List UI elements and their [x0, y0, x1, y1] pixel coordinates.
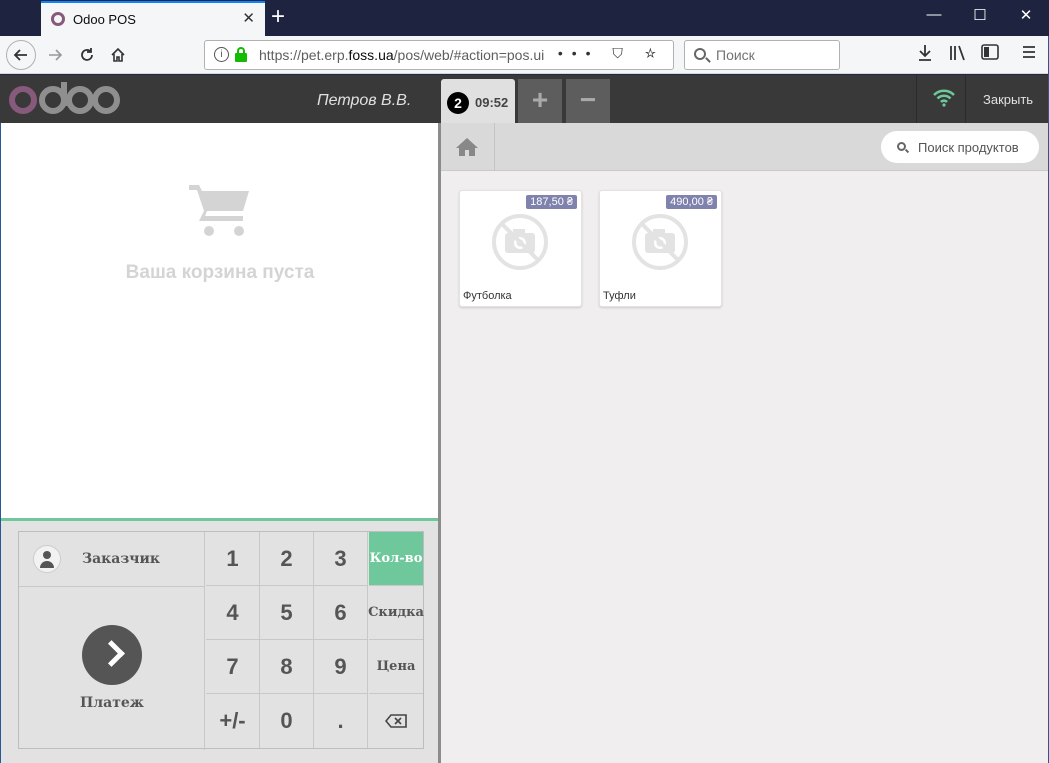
customer-label: Заказчик: [82, 551, 161, 567]
product-card[interactable]: 490,00 ₴ Туфли: [599, 190, 722, 307]
back-button[interactable]: [6, 40, 36, 70]
minimize-window-button[interactable]: —: [911, 6, 957, 23]
mode-quantity-button[interactable]: Кол-во: [369, 532, 423, 586]
download-icon[interactable]: [917, 44, 933, 62]
shopping-cart-icon: [189, 185, 249, 236]
home-icon: [456, 138, 478, 156]
tab-title: Odoo POS: [73, 12, 136, 27]
home-button[interactable]: [103, 40, 133, 70]
set-customer-button[interactable]: Заказчик: [19, 532, 205, 587]
control-pads: Заказчик Платеж 1 2 3 4 5 6 7 8 9 +/- 0 …: [1, 518, 441, 763]
numpad-key-7[interactable]: 7: [206, 640, 260, 694]
wifi-icon[interactable]: [932, 89, 956, 107]
sidebar-icon[interactable]: [981, 44, 999, 60]
reload-button[interactable]: [72, 40, 102, 70]
close-tab-icon[interactable]: ✕: [242, 9, 255, 27]
library-icon[interactable]: [949, 44, 967, 62]
product-search-placeholder: Поиск продуктов: [918, 140, 1019, 155]
home-icon: [111, 47, 125, 62]
mode-price-button[interactable]: Цена: [369, 640, 423, 694]
odoo-favicon-icon: [51, 12, 65, 26]
search-icon: [694, 48, 706, 60]
no-image-icon: [492, 214, 548, 270]
url-text: https://pet.erp.foss.ua/pos/web/#action=…: [259, 47, 545, 63]
lock-icon: [235, 47, 247, 62]
backspace-button[interactable]: [369, 694, 423, 748]
numpad-key-3[interactable]: 3: [314, 532, 368, 586]
header-divider: [916, 75, 917, 123]
backspace-icon: [385, 714, 407, 728]
new-tab-button[interactable]: +: [271, 3, 285, 31]
browser-search-input[interactable]: Поиск: [684, 40, 840, 70]
maximize-window-button[interactable]: ☐: [957, 6, 1003, 24]
menu-icon[interactable]: [1021, 44, 1037, 60]
numpad-key-plus-minus[interactable]: +/-: [206, 694, 260, 748]
pos-header: Петров В.В. 2 09:52 + − Закрыть: [0, 75, 1049, 123]
category-home-button[interactable]: [441, 123, 495, 171]
product-search-input[interactable]: Поиск продуктов: [881, 131, 1039, 163]
payment-button[interactable]: Платеж: [19, 587, 205, 750]
price-tag: 187,50 ₴: [526, 195, 577, 209]
order-time: 09:52: [475, 95, 509, 110]
close-window-button[interactable]: ✕: [1003, 6, 1049, 24]
add-order-button[interactable]: +: [518, 79, 562, 123]
browser-tabbar: Odoo POS ✕ + — ☐ ✕: [0, 0, 1049, 36]
search-placeholder: Поиск: [716, 47, 755, 63]
browser-toolbar: i https://pet.erp.foss.ua/pos/web/#actio…: [0, 36, 1049, 74]
numpad-key-2[interactable]: 2: [260, 532, 314, 586]
odoo-logo: [8, 80, 120, 125]
product-name: Футболка: [463, 290, 512, 302]
pad-box: Заказчик Платеж 1 2 3 4 5 6 7 8 9 +/- 0 …: [18, 531, 424, 750]
numpad-key-5[interactable]: 5: [260, 586, 314, 640]
reload-icon: [81, 48, 93, 61]
page-actions-icons[interactable]: ••• ⛉ ☆: [558, 45, 665, 62]
order-number-badge: 2: [447, 92, 469, 114]
mode-discount-button[interactable]: Скидка: [368, 586, 424, 640]
address-bar[interactable]: i https://pet.erp.foss.ua/pos/web/#actio…: [204, 40, 674, 70]
order-tab[interactable]: 2 09:52: [441, 79, 515, 123]
forward-button[interactable]: [40, 40, 70, 70]
user-icon: [33, 545, 61, 573]
chevron-right-icon: [82, 625, 142, 685]
order-pane: Ваша корзина пуста Заказчик Платеж 1 2 3…: [0, 123, 441, 763]
header-divider: [965, 75, 966, 123]
browser-tab[interactable]: Odoo POS ✕: [41, 1, 265, 36]
arrow-left-icon: [13, 49, 27, 61]
numpad-key-dot[interactable]: .: [314, 694, 368, 748]
price-tag: 490,00 ₴: [666, 195, 717, 209]
cashier-name[interactable]: Петров В.В.: [317, 92, 411, 110]
product-card[interactable]: 187,50 ₴ Футболка: [459, 190, 582, 307]
search-icon: [897, 142, 906, 151]
numpad-key-6[interactable]: 6: [314, 586, 368, 640]
numpad-key-4[interactable]: 4: [206, 586, 260, 640]
payment-label: Платеж: [80, 695, 144, 711]
arrow-right-icon: [49, 49, 63, 61]
product-pane: Поиск продуктов 187,50 ₴ Футболка 490,00…: [441, 123, 1048, 763]
remove-order-button[interactable]: −: [566, 79, 610, 123]
empty-cart-text: Ваша корзина пуста: [125, 262, 315, 283]
numpad-key-0[interactable]: 0: [260, 694, 314, 748]
empty-cart: Ваша корзина пуста: [1, 183, 439, 284]
numpad-key-1[interactable]: 1: [206, 532, 260, 586]
category-bar: Поиск продуктов: [441, 123, 1048, 171]
info-icon[interactable]: i: [214, 47, 229, 62]
close-session-button[interactable]: Закрыть: [983, 92, 1033, 107]
no-image-icon: [632, 214, 688, 270]
numpad-key-8[interactable]: 8: [260, 640, 314, 694]
product-name: Туфли: [603, 290, 636, 302]
numpad-key-9[interactable]: 9: [314, 640, 368, 694]
